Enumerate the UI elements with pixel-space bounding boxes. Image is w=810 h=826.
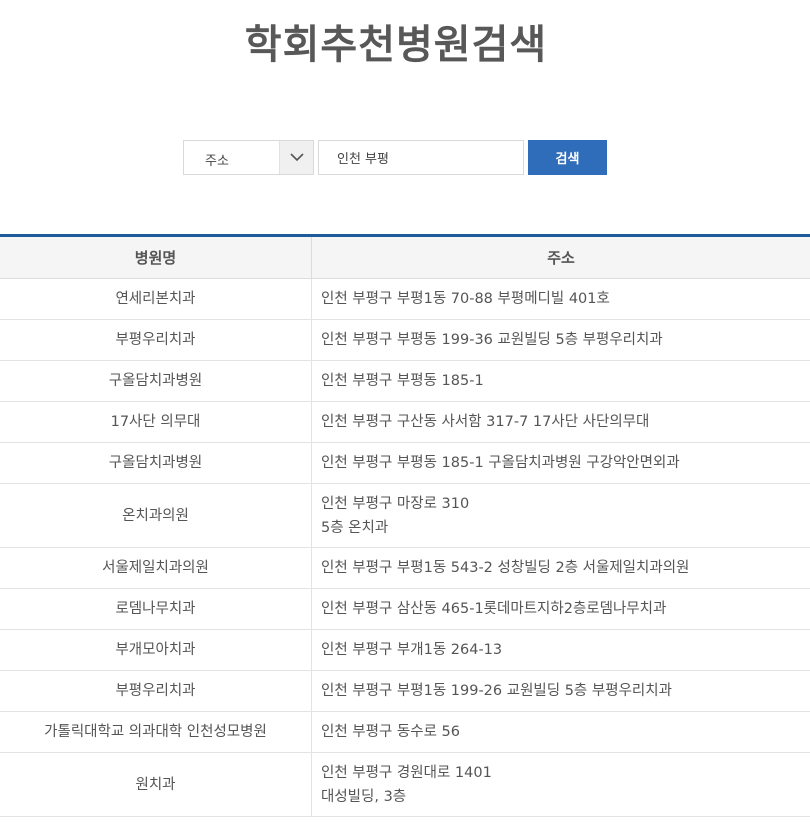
hospital-address-cell: 인천 부평구 마장로 310 5층 온치과 — [311, 483, 810, 548]
search-button[interactable]: 검색 — [528, 140, 607, 175]
search-keyword-input[interactable] — [318, 140, 524, 175]
address-line: 인천 부평구 삼산동 465-1롯데마트지하2층로뎀나무치과 — [321, 601, 667, 617]
table-row[interactable]: 연세리본치과 인천 부평구 부평1동 70-88 부평메디빌 401호 — [0, 278, 810, 320]
address-line: 인천 부평구 부평1동 199-26 교원빌딩 5층 부평우리치과 — [321, 683, 672, 699]
table-row[interactable]: 원치과 인천 부평구 경원대로 1401 대성빌딩, 3층 — [0, 752, 810, 817]
address-line: 인천 부평구 마장로 310 — [321, 495, 470, 512]
hospital-address-cell: 인천 부평구 구산동 사서함 317-7 17사단 사단의무대 — [311, 401, 810, 443]
hospital-name-cell: 가톨릭대학교 의과대학 인천성모병원 — [0, 711, 312, 753]
page-title: 학회추천병원검색 — [244, 22, 548, 68]
column-header-address: 주소 — [311, 235, 810, 279]
search-field-select[interactable]: 주소 — [183, 140, 314, 175]
hospital-address-cell: 인천 부평구 경원대로 1401 대성빌딩, 3층 — [311, 752, 810, 817]
hospital-name-cell: 로뎀나무치과 — [0, 588, 312, 630]
table-row[interactable]: 온치과의원 인천 부평구 마장로 310 5층 온치과 — [0, 483, 810, 548]
table-row[interactable]: 17사단 의무대 인천 부평구 구산동 사서함 317-7 17사단 사단의무대 — [0, 401, 810, 443]
address-line: 인천 부평구 부평1동 70-88 부평메디빌 401호 — [321, 291, 610, 307]
table-row[interactable]: 부평우리치과 인천 부평구 부평1동 199-26 교원빌딩 5층 부평우리치과 — [0, 670, 810, 712]
table-row[interactable]: 가톨릭대학교 의과대학 인천성모병원 인천 부평구 동수로 56 — [0, 711, 810, 753]
address-line: 인천 부평구 부평동 185-1 — [321, 373, 484, 389]
hospital-address-cell: 인천 부평구 부평동 199-36 교원빌딩 5층 부평우리치과 — [311, 319, 810, 361]
hospital-name-cell: 원치과 — [0, 752, 312, 817]
column-header-hospital-name: 병원명 — [0, 235, 312, 279]
hospital-name-cell: 서울제일치과의원 — [0, 547, 312, 589]
address-line: 인천 부평구 부평1동 543-2 성창빌딩 2층 서울제일치과의원 — [321, 560, 690, 576]
address-line: 인천 부평구 구산동 사서함 317-7 17사단 사단의무대 — [321, 414, 650, 430]
hospital-name-cell: 구올담치과병원 — [0, 360, 312, 402]
address-line: 인천 부평구 부개1동 264-13 — [321, 642, 503, 658]
table-header-row: 병원명 주소 — [0, 235, 810, 279]
table-row[interactable]: 로뎀나무치과 인천 부평구 삼산동 465-1롯데마트지하2층로뎀나무치과 — [0, 588, 810, 630]
address-line: 인천 부평구 부평동 199-36 교원빌딩 5층 부평우리치과 — [321, 332, 663, 348]
hospital-address-cell: 인천 부평구 부평1동 543-2 성창빌딩 2층 서울제일치과의원 — [311, 547, 810, 589]
hospital-address-cell: 인천 부평구 부평1동 70-88 부평메디빌 401호 — [311, 278, 810, 320]
address-line: 인천 부평구 경원대로 1401 — [321, 764, 492, 781]
hospital-name-cell: 온치과의원 — [0, 483, 312, 548]
hospital-results-table: 병원명 주소 연세리본치과 인천 부평구 부평1동 70-88 부평메디빌 401… — [0, 234, 810, 817]
hospital-address-cell: 인천 부평구 동수로 56 — [311, 711, 810, 753]
hospital-address-cell: 인천 부평구 부개1동 264-13 — [311, 629, 810, 671]
hospital-name-cell: 부평우리치과 — [0, 319, 312, 361]
table-row[interactable]: 서울제일치과의원 인천 부평구 부평1동 543-2 성창빌딩 2층 서울제일치과… — [0, 547, 810, 589]
table-row[interactable]: 구올담치과병원 인천 부평구 부평동 185-1 구올담치과병원 구강악안면외과 — [0, 442, 810, 484]
hospital-name-cell: 17사단 의무대 — [0, 401, 312, 443]
hospital-address-cell: 인천 부평구 삼산동 465-1롯데마트지하2층로뎀나무치과 — [311, 588, 810, 630]
address-line: 인천 부평구 부평동 185-1 구올담치과병원 구강악안면외과 — [321, 455, 680, 471]
table-row[interactable]: 구올담치과병원 인천 부평구 부평동 185-1 — [0, 360, 810, 402]
address-line: 대성빌딩, 3층 — [321, 788, 407, 805]
hospital-name-cell: 부평우리치과 — [0, 670, 312, 712]
hospital-address-cell: 인천 부평구 부평동 185-1 — [311, 360, 810, 402]
hospital-name-cell: 부개모아치과 — [0, 629, 312, 671]
chevron-down-icon[interactable] — [279, 141, 313, 174]
hospital-address-cell: 인천 부평구 부평1동 199-26 교원빌딩 5층 부평우리치과 — [311, 670, 810, 712]
hospital-name-cell: 연세리본치과 — [0, 278, 312, 320]
address-line: 인천 부평구 동수로 56 — [321, 724, 460, 740]
address-line: 5층 온치과 — [321, 519, 389, 536]
table-body: 연세리본치과 인천 부평구 부평1동 70-88 부평메디빌 401호부평우리치과… — [0, 278, 810, 817]
search-field-value: 주소 — [205, 154, 229, 169]
hospital-name-cell: 구올담치과병원 — [0, 442, 312, 484]
table-row[interactable]: 부평우리치과 인천 부평구 부평동 199-36 교원빌딩 5층 부평우리치과 — [0, 319, 810, 361]
table-row[interactable]: 부개모아치과 인천 부평구 부개1동 264-13 — [0, 629, 810, 671]
hospital-address-cell: 인천 부평구 부평동 185-1 구올담치과병원 구강악안면외과 — [311, 442, 810, 484]
